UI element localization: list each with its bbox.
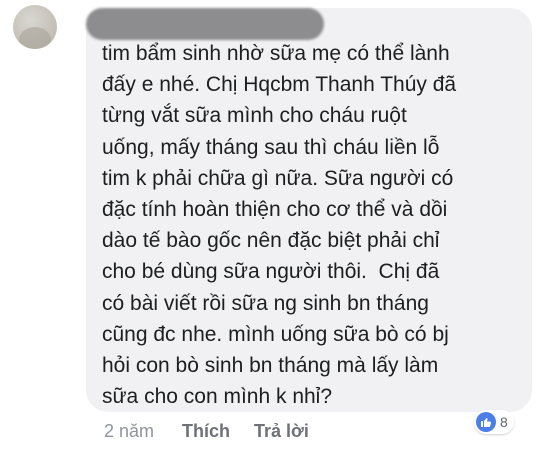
like-icon [476, 412, 496, 432]
author-name-redacted [86, 8, 324, 40]
like-button[interactable]: Thích [182, 421, 230, 442]
reaction-count: 8 [500, 414, 508, 430]
reaction-summary[interactable]: 8 [474, 410, 514, 434]
comment-text: tim bẩm sinh nhờ sữa mẹ có thể lành đấy … [102, 42, 457, 409]
comment-screenshot: tim bẩm sinh nhờ sữa mẹ có thể lành đấy … [0, 0, 540, 452]
reply-button[interactable]: Trả lời [254, 421, 309, 442]
avatar[interactable] [13, 5, 57, 49]
comment-timestamp[interactable]: 2 năm [104, 421, 154, 442]
avatar-image [19, 27, 51, 49]
comment-actions: 2 năm Thích Trả lời [104, 418, 309, 444]
comment-bubble: tim bẩm sinh nhờ sữa mẹ có thể lành đấy … [86, 8, 532, 412]
